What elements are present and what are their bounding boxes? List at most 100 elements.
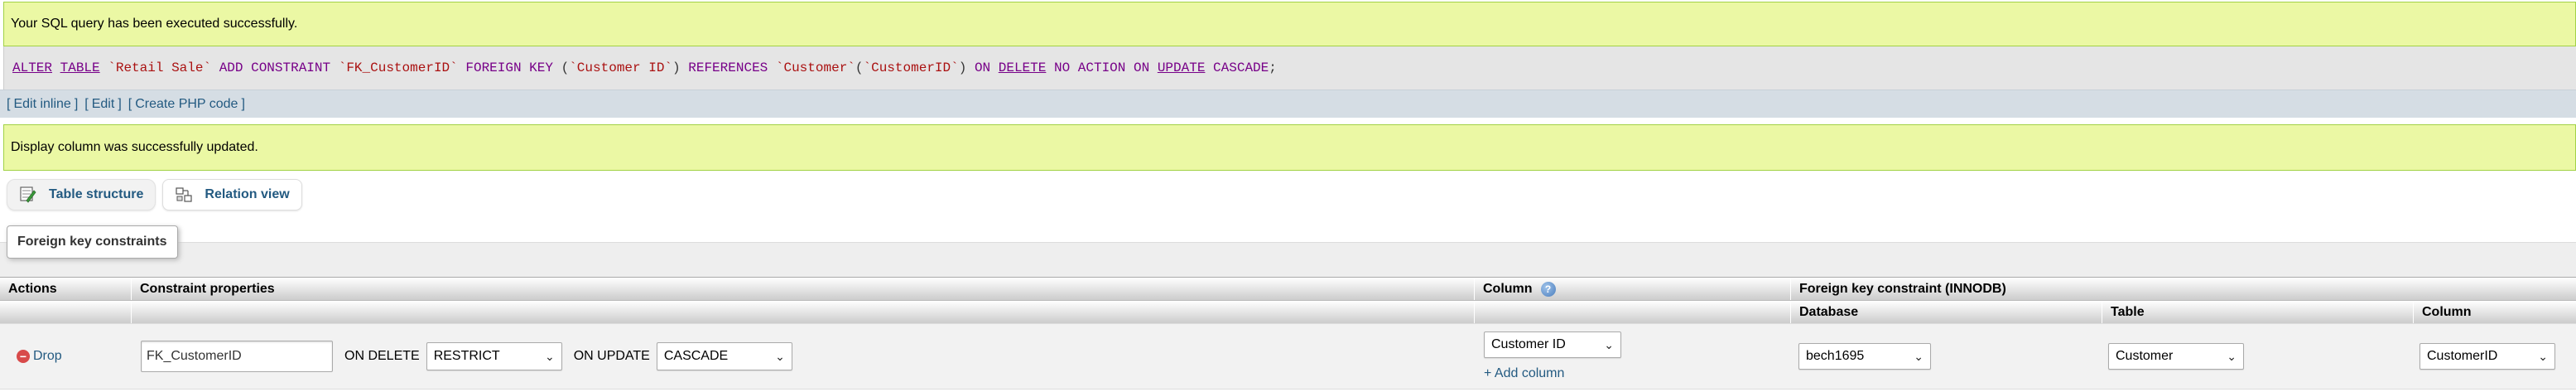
chevron-down-icon: ⌄ <box>544 349 555 363</box>
sql-token: `Customer` <box>775 60 855 75</box>
view-tabs: Table structure Relation view <box>7 179 302 211</box>
tab-table-structure[interactable]: Table structure <box>7 179 156 211</box>
table-structure-icon <box>19 186 37 204</box>
sql-token: NO ACTION <box>1053 60 1126 75</box>
actions-cell: − Drop <box>17 324 62 389</box>
constraint-properties-cell: ON DELETE RESTRICT ⌄ ON UPDATE CASCADE ⌄ <box>141 324 792 389</box>
relation-view-icon <box>175 186 193 204</box>
sql-token: DELETE <box>998 60 1047 75</box>
success-message: Your SQL query has been executed success… <box>3 2 2576 46</box>
tab-relation-view-label: Relation view <box>205 187 290 201</box>
sql-token: FOREIGN KEY <box>465 60 553 75</box>
database-cell: bech1695 ⌄ <box>1798 324 1931 389</box>
sql-token: REFERENCES <box>688 60 768 75</box>
column-cell: Customer ID ⌄ + Add column <box>1484 324 1621 389</box>
bracket-open: [ <box>7 96 11 111</box>
help-icon[interactable]: ? <box>1540 281 1556 297</box>
table-row: − Drop ON DELETE RESTRICT ⌄ ON UPDATE CA… <box>0 323 2576 390</box>
subheader-empty <box>0 301 131 323</box>
header-constraint-properties-label: Constraint properties <box>140 281 275 296</box>
on-update-value: CASCADE <box>663 349 729 363</box>
query-links-bar: [ Edit inline ] [ Edit ] [ Create PHP co… <box>0 90 2576 118</box>
on-delete-select[interactable]: RESTRICT ⌄ <box>426 342 562 370</box>
legend-label: Foreign key constraints <box>17 235 167 249</box>
sql-token: ALTER <box>12 60 53 75</box>
header-ref-column: Column <box>2413 301 2576 323</box>
drop-button[interactable]: − Drop <box>17 349 62 364</box>
chevron-down-icon: ⌄ <box>2538 349 2548 363</box>
drop-icon: − <box>17 350 30 363</box>
on-update-label: ON UPDATE <box>573 349 650 363</box>
database-value: bech1695 <box>1806 349 1865 363</box>
display-column-message: Display column was successfully updated. <box>3 124 2576 171</box>
ref-column-select[interactable]: CustomerID ⌄ <box>2420 343 2555 370</box>
sql-token: ) <box>958 60 967 75</box>
constraint-name-input[interactable] <box>141 341 333 372</box>
edit-inline-link[interactable]: Edit inline <box>13 97 70 112</box>
ref-column-cell: CustomerID ⌄ <box>2420 324 2555 389</box>
chevron-down-icon: ⌄ <box>1914 349 1924 363</box>
chevron-down-icon: ⌄ <box>2227 349 2237 363</box>
sql-token: TABLE <box>60 60 100 75</box>
header-fk-constraint: Foreign key constraint (INNODB) <box>1790 278 2576 300</box>
table-subheader-row: Database Table Column <box>0 300 2576 323</box>
tab-table-structure-label: Table structure <box>49 187 144 201</box>
table-select[interactable]: Customer ⌄ <box>2108 343 2244 370</box>
sql-token: ADD CONSTRAINT <box>219 60 331 75</box>
header-column-label: Column <box>1483 281 1533 296</box>
sql-token: ( <box>561 60 570 75</box>
sql-token: ON <box>1134 60 1150 75</box>
bracket-open: [ <box>84 96 89 111</box>
table-header-row: Actions Constraint properties Column ? F… <box>0 277 2576 300</box>
bracket-open: [ <box>128 96 132 111</box>
create-php-code-link[interactable]: Create PHP code <box>135 97 238 112</box>
column-value: Customer ID <box>1491 337 1566 351</box>
table-value: Customer <box>2116 349 2174 363</box>
add-column-link[interactable]: + Add column <box>1484 366 1564 381</box>
header-database-label: Database <box>1799 304 1859 319</box>
database-select[interactable]: bech1695 ⌄ <box>1798 343 1931 370</box>
header-column: Column ? <box>1474 278 1790 300</box>
foreign-key-constraints-legend: Foreign key constraints <box>7 225 178 259</box>
sql-token: UPDATE <box>1157 60 1206 75</box>
edit-link[interactable]: Edit <box>92 97 115 112</box>
fieldset-background <box>0 242 2576 278</box>
subheader-empty <box>131 301 1474 323</box>
bracket-close: ] <box>241 96 245 111</box>
ref-column-value: CustomerID <box>2427 349 2498 363</box>
bracket-close: ] <box>118 96 122 111</box>
column-select[interactable]: Customer ID ⌄ <box>1484 332 1621 358</box>
on-delete-value: RESTRICT <box>433 349 500 363</box>
header-table: Table <box>2102 301 2413 323</box>
subheader-empty <box>1474 301 1790 323</box>
header-database: Database <box>1790 301 2102 323</box>
bracket-close: ] <box>74 96 79 111</box>
on-delete-label: ON DELETE <box>344 349 420 363</box>
sql-token: ; <box>1269 60 1277 75</box>
on-update-select[interactable]: CASCADE ⌄ <box>656 342 792 370</box>
sql-token: `Retail Sale` <box>108 60 212 75</box>
sql-query-text: ALTER TABLE `Retail Sale` ADD CONSTRAINT… <box>12 60 1277 75</box>
header-actions-label: Actions <box>8 281 57 296</box>
sql-token: CASCADE <box>1213 60 1269 75</box>
table-cell: Customer ⌄ <box>2108 324 2244 389</box>
sql-token: ) <box>672 60 681 75</box>
display-column-message-text: Display column was successfully updated. <box>11 140 258 154</box>
tab-relation-view[interactable]: Relation view <box>162 179 302 211</box>
sql-token: `FK_CustomerID` <box>338 60 458 75</box>
success-message-text: Your SQL query has been executed success… <box>11 17 298 31</box>
sql-query-display: ALTER TABLE `Retail Sale` ADD CONSTRAINT… <box>3 46 2576 90</box>
header-constraint-properties: Constraint properties <box>131 278 1474 300</box>
sql-token: `Customer ID` <box>569 60 673 75</box>
